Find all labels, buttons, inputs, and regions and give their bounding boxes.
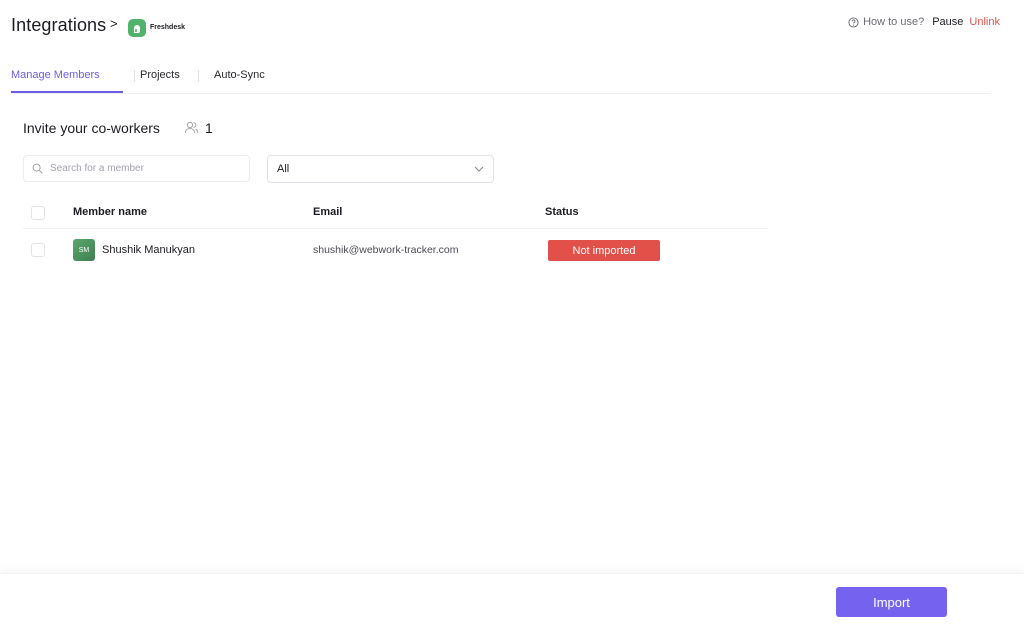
search-input[interactable] (50, 163, 240, 174)
table-header: Member name Email Status (23, 196, 768, 229)
column-member-name: Member name (73, 206, 147, 218)
header-actions: How to use? Pause Unlink (848, 16, 1000, 28)
section-title: Invite your co-workers (23, 120, 160, 136)
member-email: shushik@webwork-tracker.com (313, 244, 459, 256)
integration-name: Freshdesk (150, 24, 186, 31)
footer-bar: Import (0, 573, 1024, 625)
member-count: 1 (205, 120, 213, 136)
active-tab-indicator (11, 91, 123, 93)
tab-projects[interactable]: Projects (140, 69, 180, 81)
table-row[interactable]: SM Shushik Manukyan shushik@webwork-trac… (23, 229, 768, 269)
pause-button[interactable]: Pause (932, 16, 963, 28)
member-name: Shushik Manukyan (102, 244, 195, 256)
import-button[interactable]: Import (836, 587, 947, 617)
search-icon (32, 163, 43, 174)
tab-bar: Manage Members Projects Auto-Sync (11, 60, 991, 94)
filter-selected-value: All (277, 163, 290, 175)
page-header: Integrations > Freshdesk How to use? Pau… (0, 0, 1024, 52)
search-field[interactable] (23, 155, 250, 182)
status-badge: Not imported (548, 240, 660, 261)
tab-divider (198, 70, 199, 82)
tab-manage-members[interactable]: Manage Members (11, 69, 100, 81)
tab-divider (134, 70, 135, 82)
avatar: SM (73, 239, 95, 261)
column-email: Email (313, 206, 343, 218)
status-filter-select[interactable]: All (267, 155, 494, 183)
row-checkbox[interactable] (31, 243, 45, 257)
select-all-checkbox[interactable] (31, 206, 45, 220)
unlink-button[interactable]: Unlink (969, 16, 1000, 28)
how-to-use-label: How to use? (863, 16, 925, 28)
members-table: Member name Email Status SM Shushik Manu… (23, 196, 768, 269)
page-title: Integrations (11, 15, 107, 35)
how-to-use-link[interactable]: How to use? (848, 16, 924, 28)
tab-auto-sync[interactable]: Auto-Sync (214, 69, 265, 81)
column-status: Status (545, 206, 579, 218)
users-icon (184, 121, 199, 139)
breadcrumb-chevron: > (110, 16, 118, 31)
help-icon (848, 16, 859, 28)
chevron-down-icon (474, 166, 484, 172)
freshdesk-logo-icon (128, 19, 146, 37)
